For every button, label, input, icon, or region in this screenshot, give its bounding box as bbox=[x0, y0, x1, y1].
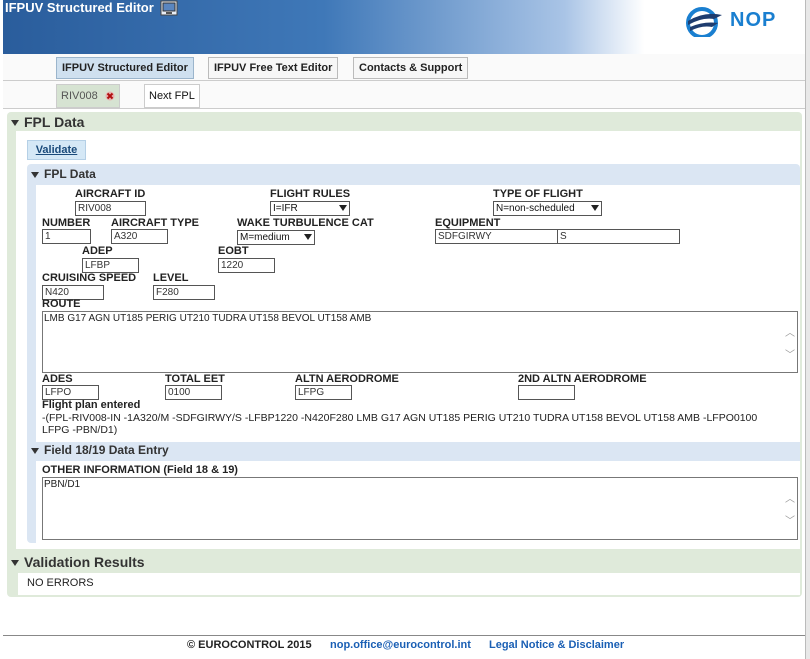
altn-aerodrome-input[interactable]: LFPG bbox=[295, 385, 352, 400]
collapse-triangle-icon bbox=[11, 560, 19, 567]
subtab-next-fpl[interactable]: Next FPL bbox=[144, 84, 200, 108]
scroll-down-icon[interactable]: ﹀ bbox=[784, 346, 796, 361]
validate-button[interactable]: Validate bbox=[27, 140, 86, 160]
altn2-aerodrome-label: 2ND ALTN AERODROME bbox=[518, 373, 647, 385]
tab-structured-editor[interactable]: IFPUV Structured Editor bbox=[56, 57, 194, 79]
wake-turbulence-label: WAKE TURBULENCE CAT bbox=[237, 217, 374, 229]
footer-divider bbox=[3, 635, 805, 636]
route-label: ROUTE bbox=[42, 298, 81, 310]
monitor-icon[interactable] bbox=[160, 0, 178, 16]
eobt-label: EOBT bbox=[218, 245, 249, 257]
altn-aerodrome-label: ALTN AERODROME bbox=[295, 373, 399, 385]
validation-result-text: NO ERRORS bbox=[27, 577, 94, 589]
equipment-surveillance-input[interactable]: S bbox=[557, 229, 680, 244]
route-text: LMB G17 AGN UT185 PERIG UT210 TUDRA UT15… bbox=[44, 313, 372, 324]
wake-turbulence-value: M=medium bbox=[240, 232, 290, 243]
nop-swoosh-icon bbox=[686, 7, 722, 39]
scroll-down-icon[interactable]: ﹀ bbox=[784, 512, 796, 527]
adep-label: ADEP bbox=[82, 245, 113, 257]
flight-rules-value: I=IFR bbox=[273, 203, 298, 214]
flight-plan-entered-label: Flight plan entered bbox=[42, 399, 141, 411]
tab-free-text-editor[interactable]: IFPUV Free Text Editor bbox=[208, 57, 339, 79]
app-title: IFPUV Structured Editor bbox=[5, 0, 154, 15]
field1819-header[interactable]: Field 18/19 Data Entry bbox=[31, 443, 169, 457]
chevron-down-icon bbox=[339, 205, 347, 211]
tab-contacts-support[interactable]: Contacts & Support bbox=[353, 57, 469, 79]
ades-label: ADES bbox=[42, 373, 73, 385]
close-icon[interactable] bbox=[105, 91, 115, 101]
nop-logo: NOP bbox=[684, 5, 784, 39]
aircraft-type-label: AIRCRAFT TYPE bbox=[111, 217, 199, 229]
equipment-label: EQUIPMENT bbox=[435, 217, 501, 229]
flight-plan-entered-line2: LFPG -PBN/D1) bbox=[42, 424, 118, 436]
footer-copyright: © EUROCONTROL 2015 bbox=[187, 639, 312, 651]
nop-brand-text: NOP bbox=[730, 9, 777, 31]
footer-email-link[interactable]: nop.office@eurocontrol.int bbox=[330, 639, 471, 651]
chevron-down-icon bbox=[304, 234, 312, 240]
collapse-triangle-icon bbox=[31, 447, 39, 454]
number-input[interactable]: 1 bbox=[42, 229, 91, 244]
total-eet-label: TOTAL EET bbox=[165, 373, 225, 385]
type-of-flight-value: N=non-scheduled bbox=[496, 203, 575, 214]
eobt-input[interactable]: 1220 bbox=[218, 258, 275, 273]
aircraft-id-label: AIRCRAFT ID bbox=[75, 188, 146, 200]
wake-turbulence-select[interactable]: M=medium bbox=[237, 230, 315, 245]
collapse-triangle-icon bbox=[11, 120, 19, 127]
equipment-comm-input[interactable]: SDFGIRWY bbox=[435, 229, 558, 244]
total-eet-input[interactable]: 0100 bbox=[165, 385, 222, 400]
other-info-label: OTHER INFORMATION (Field 18 & 19) bbox=[42, 464, 238, 476]
scroll-up-icon[interactable]: ︿ bbox=[784, 324, 796, 339]
level-label: LEVEL bbox=[153, 272, 189, 284]
ades-input[interactable]: LFPO bbox=[42, 385, 99, 400]
adep-input[interactable]: LFBP bbox=[82, 258, 139, 273]
validation-results-header[interactable]: Validation Results bbox=[11, 554, 145, 570]
flight-rules-label: FLIGHT RULES bbox=[270, 188, 351, 200]
flight-tab-bar bbox=[3, 81, 805, 109]
number-label: NUMBER bbox=[42, 217, 91, 229]
type-of-flight-select[interactable]: N=non-scheduled bbox=[493, 201, 602, 216]
altn2-aerodrome-input[interactable] bbox=[518, 385, 575, 400]
flight-rules-select[interactable]: I=IFR bbox=[270, 201, 350, 216]
scroll-up-icon[interactable]: ︿ bbox=[784, 490, 796, 505]
level-input[interactable]: F280 bbox=[153, 285, 215, 300]
route-textarea[interactable]: LMB G17 AGN UT185 PERIG UT210 TUDRA UT15… bbox=[42, 311, 798, 373]
other-info-text: PBN/D1 bbox=[44, 479, 81, 490]
chevron-down-icon bbox=[591, 205, 599, 211]
cruising-speed-label: CRUISING SPEED bbox=[42, 272, 137, 284]
window-scrollbar[interactable] bbox=[805, 0, 810, 659]
subtab-riv008[interactable]: RIV008 bbox=[56, 84, 120, 108]
type-of-flight-label: TYPE OF FLIGHT bbox=[493, 188, 583, 200]
subtab-riv008-label: RIV008 bbox=[61, 90, 98, 102]
validation-results-body bbox=[18, 573, 800, 595]
aircraft-id-input[interactable]: RIV008 bbox=[75, 201, 146, 216]
aircraft-type-input[interactable]: A320 bbox=[111, 229, 168, 244]
footer-legal-link[interactable]: Legal Notice & Disclaimer bbox=[489, 639, 624, 651]
collapse-triangle-icon bbox=[31, 171, 39, 178]
fpl-data-outer-header[interactable]: FPL Data bbox=[11, 114, 84, 130]
flight-plan-entered-line1: -(FPL-RIV008-IN -1A320/M -SDFGIRWY/S -LF… bbox=[42, 412, 758, 424]
other-info-textarea[interactable]: PBN/D1 ︿ ﹀ bbox=[42, 477, 798, 540]
fpl-data-inner-header[interactable]: FPL Data bbox=[31, 167, 96, 181]
